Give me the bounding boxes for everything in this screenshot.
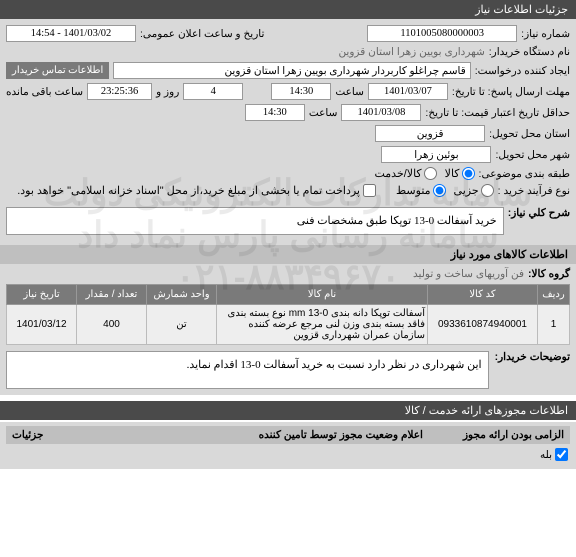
time-label-1: ساعت <box>335 86 364 98</box>
footer-row: بله <box>6 444 570 465</box>
general-desc-label: شرح کلي نياز: <box>508 207 570 219</box>
pt-medium-radio[interactable]: متوسط <box>396 184 446 197</box>
remaining-time-input <box>87 83 152 100</box>
category-service-radio[interactable]: کالا/خدمت <box>374 167 436 180</box>
radio-service[interactable] <box>424 167 437 180</box>
province-label: استان محل تحویل: <box>489 128 570 140</box>
form-area: شماره نیاز: تاریخ و ساعت اعلان عمومی: نا… <box>0 19 576 245</box>
remaining-day-input <box>183 83 243 100</box>
purchase-type-radio-group: جزیی متوسط <box>396 184 494 197</box>
pub-input <box>6 25 136 42</box>
radio-goods-label: کالا <box>445 167 460 180</box>
mandatory-value: بله <box>540 449 552 461</box>
radio-goods[interactable] <box>462 167 475 180</box>
items-table: ردیف کد کالا نام کالا واحد شمارش تعداد /… <box>6 284 570 345</box>
buyer-org-value: شهرداری بویین زهرا استان قزوین <box>338 46 484 58</box>
explain-textarea[interactable]: این شهرداری در نظر دارد نسبت به خرید آسف… <box>6 351 489 389</box>
contact-buyer-button[interactable]: اطلاعات تماس خریدار <box>6 62 109 79</box>
city-label: شهر محل تحویل: <box>495 149 570 161</box>
buyer-org-label: نام دستگاه خریدار: <box>489 46 570 58</box>
table-row: 1 0933610874940001 آسفالت توپکا دانه بند… <box>7 305 570 345</box>
category-label: طبقه بندی موضوعی: <box>479 168 570 180</box>
payment-text: پرداخت تمام یا بخشی از مبلغ خرید،از محل … <box>17 184 360 197</box>
min-validity-date-input <box>341 104 421 121</box>
deadline-time-input <box>271 83 331 100</box>
day-label: روز و <box>156 86 179 98</box>
col-date: تاریخ نیاز <box>7 285 77 305</box>
category-goods-radio[interactable]: کالا <box>445 167 475 180</box>
radio-medium-label: متوسط <box>396 184 431 197</box>
general-desc-textarea[interactable]: خرید آسفالت 0-13 توپکا طبق مشخصات فنی <box>6 207 504 235</box>
footer-col2: اعلام وضعیت مجوز توسط تامین کننده <box>259 429 423 441</box>
need-no-input <box>367 25 517 42</box>
col-row: ردیف <box>538 285 570 305</box>
radio-medium[interactable] <box>433 184 446 197</box>
requester-label: ایجاد کننده درخواست: <box>475 65 570 77</box>
payment-checkbox-item[interactable]: پرداخت تمام یا بخشی از مبلغ خرید،از محل … <box>17 184 376 197</box>
category-radio-group: کالا کالا/خدمت <box>374 167 474 180</box>
footer-columns: الزامی بودن ارائه مجوز اعلام وضعیت مجوز … <box>6 426 570 444</box>
cell-name: آسفالت توپکا دانه بندی 0-13 mm نوع بسته … <box>217 305 428 345</box>
deadline-date-input <box>368 83 448 100</box>
col-name: نام کالا <box>217 285 428 305</box>
items-section-header: اطلاعات کالاهای مورد نیاز <box>0 245 576 264</box>
cell-qty: 400 <box>77 305 147 345</box>
requester-input <box>113 62 470 79</box>
col-code: کد کالا <box>428 285 538 305</box>
pt-small-radio[interactable]: جزیی <box>454 184 494 197</box>
footer-col3: جزئیات <box>12 429 43 441</box>
footer-col1: الزامی بودن ارائه مجوز <box>463 429 564 441</box>
mandatory-checkbox-item[interactable]: بله <box>540 448 568 461</box>
footer-header: اطلاعات مجوزهای ارائه خدمت / کالا <box>0 401 576 420</box>
time-label-2: ساعت <box>309 107 338 119</box>
mandatory-checkbox[interactable] <box>555 448 568 461</box>
deadline-label: مهلت ارسال پاسخ: تا تاریخ: <box>452 86 570 98</box>
min-validity-time-input <box>245 104 305 121</box>
cell-unit: تن <box>147 305 217 345</box>
radio-small[interactable] <box>481 184 494 197</box>
col-unit: واحد شمارش <box>147 285 217 305</box>
province-input <box>375 125 485 142</box>
cell-row: 1 <box>538 305 570 345</box>
radio-service-label: کالا/خدمت <box>374 167 421 180</box>
group-value: فن آوریهای ساخت و تولید <box>413 268 524 280</box>
city-input <box>381 146 491 163</box>
remaining-label: ساعت باقی مانده <box>6 86 83 98</box>
radio-small-label: جزیی <box>454 184 479 197</box>
cell-code: 0933610874940001 <box>428 305 538 345</box>
pub-label: تاریخ و ساعت اعلان عمومی: <box>140 28 264 40</box>
group-label: گروه کالا: <box>528 268 570 280</box>
col-qty: تعداد / مقدار <box>77 285 147 305</box>
payment-checkbox[interactable] <box>363 184 376 197</box>
panel-header-need-details: جزئیات اطلاعات نیاز <box>0 0 576 19</box>
items-body: گروه کالا: فن آوریهای ساخت و تولید ردیف … <box>0 264 576 395</box>
purchase-type-label: نوع فرآیند خرید : <box>498 185 570 197</box>
cell-date: 1401/03/12 <box>7 305 77 345</box>
min-validity-label: حداقل تاریخ اعتبار قیمت: تا تاریخ: <box>425 107 570 119</box>
bottom-panel: الزامی بودن ارائه مجوز اعلام وضعیت مجوز … <box>0 420 576 469</box>
explain-label: توضیحات خریدار: <box>495 351 570 363</box>
need-no-label: شماره نیاز: <box>521 28 570 40</box>
table-header-row: ردیف کد کالا نام کالا واحد شمارش تعداد /… <box>7 285 570 305</box>
